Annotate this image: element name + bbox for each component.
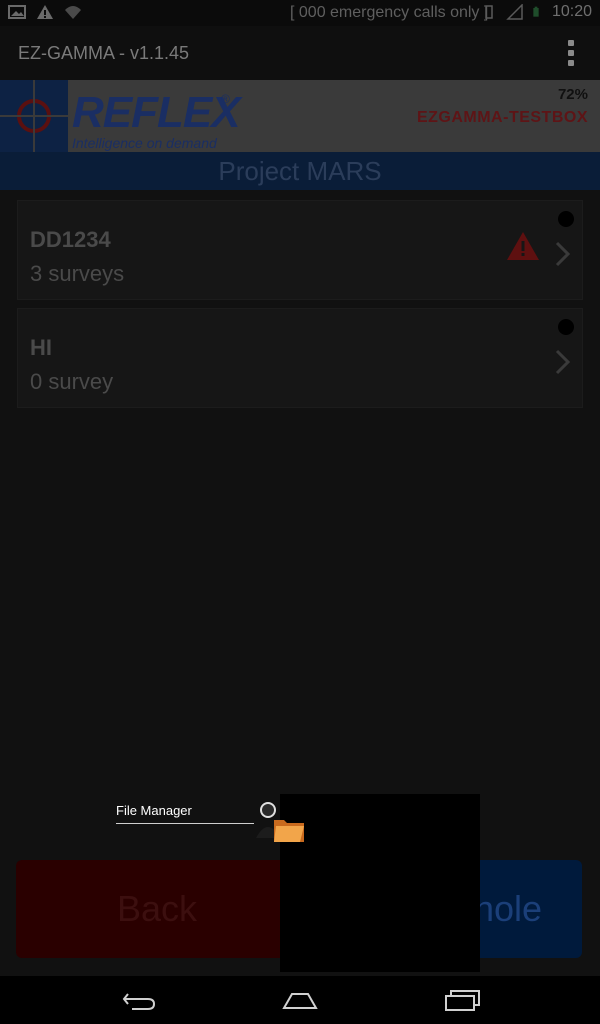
crosshair-icon	[0, 80, 68, 152]
hole-survey-count: 3 surveys	[30, 261, 125, 286]
warning-notification-icon	[37, 5, 53, 19]
reflex-logo-mark	[0, 80, 68, 152]
notification-icons	[8, 4, 82, 20]
chevron-right-icon	[555, 349, 571, 375]
app-title: EZ-GAMMA - v1.1.45	[18, 43, 190, 63]
overflow-menu-icon[interactable]	[568, 40, 574, 66]
status-bar: [ 000 emergency calls only ] 10:20	[0, 0, 600, 26]
project-title-band: Project MARS	[0, 152, 600, 190]
signal-icon	[506, 4, 523, 20]
back-button[interactable]: Back	[16, 860, 298, 958]
warning-icon	[507, 232, 539, 260]
project-title: Project MARS	[218, 156, 382, 186]
hole-name: HI	[30, 335, 52, 360]
battery-percentage: 72%	[557, 86, 588, 103]
image-notification-icon	[8, 5, 26, 19]
status-dot	[558, 319, 574, 335]
device-name: EZGAMMA-TESTBOX	[416, 109, 588, 126]
status-right: 10:20	[480, 3, 592, 21]
back-nav-icon[interactable]	[118, 986, 158, 1014]
home-nav-icon[interactable]	[280, 986, 320, 1014]
black-overlay-panel	[280, 794, 480, 972]
chevron-right-icon	[555, 241, 571, 267]
file-manager-icon[interactable]	[254, 798, 306, 846]
logo-tagline: Intelligence on demand	[72, 135, 217, 151]
logo-wordmark: REFLEX	[72, 88, 241, 137]
vibrate-icon	[485, 5, 493, 19]
recent-apps-nav-icon[interactable]	[442, 986, 482, 1014]
status-dot	[558, 211, 574, 227]
hole-name: DD1234	[30, 227, 111, 252]
hole-survey-count: 0 survey	[30, 369, 114, 394]
wifi-icon	[65, 6, 81, 19]
action-bar: EZ-GAMMA - v1.1.45	[0, 26, 600, 80]
hole-list-item[interactable]: DD1234 3 surveys	[17, 200, 583, 300]
registered-mark: ®	[221, 92, 230, 106]
file-manager-label[interactable]: File Manager	[116, 803, 192, 818]
hole-list-item[interactable]: HI 0 survey	[17, 308, 583, 408]
brand-header: REFLEX ® Intelligence on demand 72% EZGA…	[0, 80, 600, 152]
navigation-bar	[0, 976, 600, 1024]
file-manager-underline	[116, 823, 254, 824]
clock: 10:20	[551, 3, 592, 20]
battery-icon	[533, 6, 539, 17]
emergency-calls-text: [ 000 emergency calls only ]	[290, 4, 489, 21]
